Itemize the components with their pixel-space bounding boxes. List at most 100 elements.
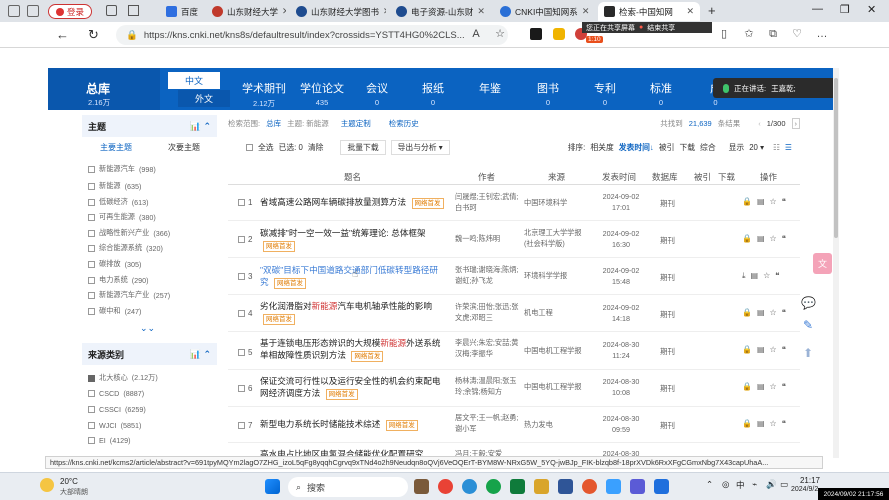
checkbox[interactable] [88,390,95,397]
row-authors[interactable]: 许荣滨;田怡;张迅;张文虎;邓昭三 [455,301,519,323]
stop-share-button[interactable]: 结束共享 [647,23,675,33]
article-title-link[interactable]: 基于连锁电压形态辨识的大规模新能源外送系统单相故障性质识别方法 网络首发 [260,337,445,362]
wechat-icon[interactable] [510,479,525,494]
ime-indicator[interactable]: 中 [736,479,745,491]
weather-icon[interactable] [40,478,54,492]
facet-item[interactable]: 战略性新兴产业 (366) [88,228,170,238]
row-checkbox[interactable] [238,310,245,317]
row-source[interactable]: 中国电机工程学报 [524,345,590,356]
row-authors[interactable]: 魏一鸣;陈炜明 [455,233,519,244]
tab-books[interactable]: 图书 0 [537,80,559,107]
read-html-icon[interactable]: ▤ [757,382,765,391]
scope-value[interactable]: 总库 [266,118,281,129]
row-checkbox[interactable] [238,273,245,280]
note-pen-icon[interactable]: ✎ [801,318,815,332]
tray-chevron-icon[interactable]: ⌃ [706,479,713,490]
sort-cited[interactable]: 被引 [659,142,675,153]
favorites-bar-icon[interactable]: ✩ [743,28,755,40]
clock-date[interactable]: 2024/9/2 [791,486,818,493]
app-icon[interactable] [486,479,501,494]
collect-icon[interactable]: ☆ [770,234,777,243]
checkbox[interactable] [88,276,95,284]
row-checkbox[interactable] [238,422,245,429]
clock-time[interactable]: 21:17 [796,476,820,485]
start-icon[interactable] [265,479,280,494]
read-html-icon[interactable]: ▤ [751,271,759,281]
facet-item[interactable]: 新能源 (635) [88,181,141,191]
sort-downloads[interactable]: 下载 [679,142,695,153]
collect-icon[interactable]: ☆ [770,197,777,206]
select-all-checkbox[interactable] [246,144,253,151]
collect-icon[interactable]: ☆ [770,308,777,317]
read-html-icon[interactable]: ▤ [757,234,765,243]
read-html-icon[interactable]: ▤ [757,197,765,206]
checkbox[interactable] [88,291,95,299]
login-button[interactable]: 登录 [48,4,92,19]
row-checkbox[interactable] [238,349,245,356]
cite-icon[interactable]: ❝ [782,197,786,206]
row-source[interactable]: 环境科学学报 [524,270,590,281]
row-source[interactable]: 北京理工大学学报(社会科学版) [524,227,590,249]
close-icon[interactable]: ✕ [582,6,590,17]
profile-icon[interactable] [8,5,20,17]
performance-icon[interactable]: ♡ [791,28,803,40]
row-authors[interactable]: 闫晟煜;王钊宏;武倩;白书珂 [455,191,519,213]
list-view-icon[interactable]: ☰ [785,143,792,152]
network-icon[interactable]: ⌁ [752,479,757,490]
meeting-icon[interactable] [654,479,669,494]
row-source[interactable]: 中国环境科学 [524,197,590,208]
facet-item[interactable]: 北大核心 (2.12万) [88,373,158,383]
extension-icon[interactable] [553,28,565,40]
collect-icon[interactable]: ☆ [770,345,777,354]
checkbox[interactable] [88,244,95,252]
tray-app-icon[interactable]: ◎ [722,479,729,490]
tab-patents[interactable]: 专利 0 [594,80,616,107]
feedback-icon[interactable]: 💬 [801,296,816,310]
row-source[interactable]: 中国电机工程学报 [524,381,590,392]
collect-icon[interactable]: ☆ [770,382,777,391]
read-aloud-icon[interactable]: A [470,28,482,40]
extension-icon[interactable] [530,28,542,40]
tab-cnki-search[interactable]: 检索-中国知网 ✕ [598,2,700,21]
collect-icon[interactable]: ☆ [763,271,770,281]
facet-item[interactable]: 可再生能源 (380) [88,212,156,222]
tab-newspapers[interactable]: 报纸 0 [422,80,444,107]
volume-icon[interactable]: 🔊 [766,479,777,490]
checkbox[interactable] [88,165,95,173]
facet-item[interactable]: 综合能源系统 (320) [88,243,163,253]
checkbox[interactable] [88,182,95,190]
row-checkbox[interactable] [238,199,245,206]
prev-page-icon[interactable]: ‹ [758,119,761,128]
cite-icon[interactable]: ❝ [782,234,786,243]
facet-item[interactable]: 碳排放 (305) [88,259,141,269]
tab-standards[interactable]: 标准 0 [650,80,672,107]
tab-zongku[interactable]: 总库 2.16万 [48,68,160,110]
source-facet-header[interactable]: 来源类别 📊 ⌃ [82,343,217,365]
weather-temp[interactable]: 20°C [60,477,78,486]
download-icon[interactable]: 🔒 [742,197,752,206]
tab-baidu[interactable]: 百度 [160,2,202,21]
close-icon[interactable]: ✕ [383,6,386,17]
article-title-link[interactable]: 新型电力系统长时储能技术综述 网络首发 [260,418,445,431]
tab-sdufe-library[interactable]: 山东财经大学图书✕ [290,2,386,21]
app-icon[interactable] [606,479,621,494]
tab-sdufe[interactable]: 山东财经大学 ✕ [206,2,286,21]
download-icon[interactable]: 🔒 [742,382,752,391]
row-authors[interactable]: 李晨兴;朱宏;安喆;黄汉梅;李振华 [455,337,519,359]
article-title-link[interactable]: 劣化润滑脂对新能源汽车电机轴承性能的影响 网络首发 [260,300,445,325]
checkbox[interactable] [88,213,95,221]
chrome-icon[interactable] [438,479,453,494]
split-screen-icon[interactable]: ▯ [718,28,730,40]
tab-conferences[interactable]: 会议 0 [366,80,388,107]
cite-icon[interactable]: ❝ [782,345,786,354]
back-to-top-icon[interactable]: ⬆ [801,346,815,360]
collections-icon[interactable]: ⧉ [767,28,779,40]
tab-journals[interactable]: 学术期刊 2.12万 [242,80,286,109]
close-icon[interactable]: ✕ [686,6,694,17]
row-authors[interactable]: 张书瑞;谢晓海;陈炳;谢虹;孙飞龙 [455,264,519,286]
collect-icon[interactable]: ☆ [770,419,777,428]
search-history-link[interactable]: 检索历史 [389,118,419,129]
maximize-icon[interactable]: ❐ [840,3,850,16]
download-icon[interactable]: ⤓ [742,271,746,281]
checkbox[interactable] [88,406,95,413]
